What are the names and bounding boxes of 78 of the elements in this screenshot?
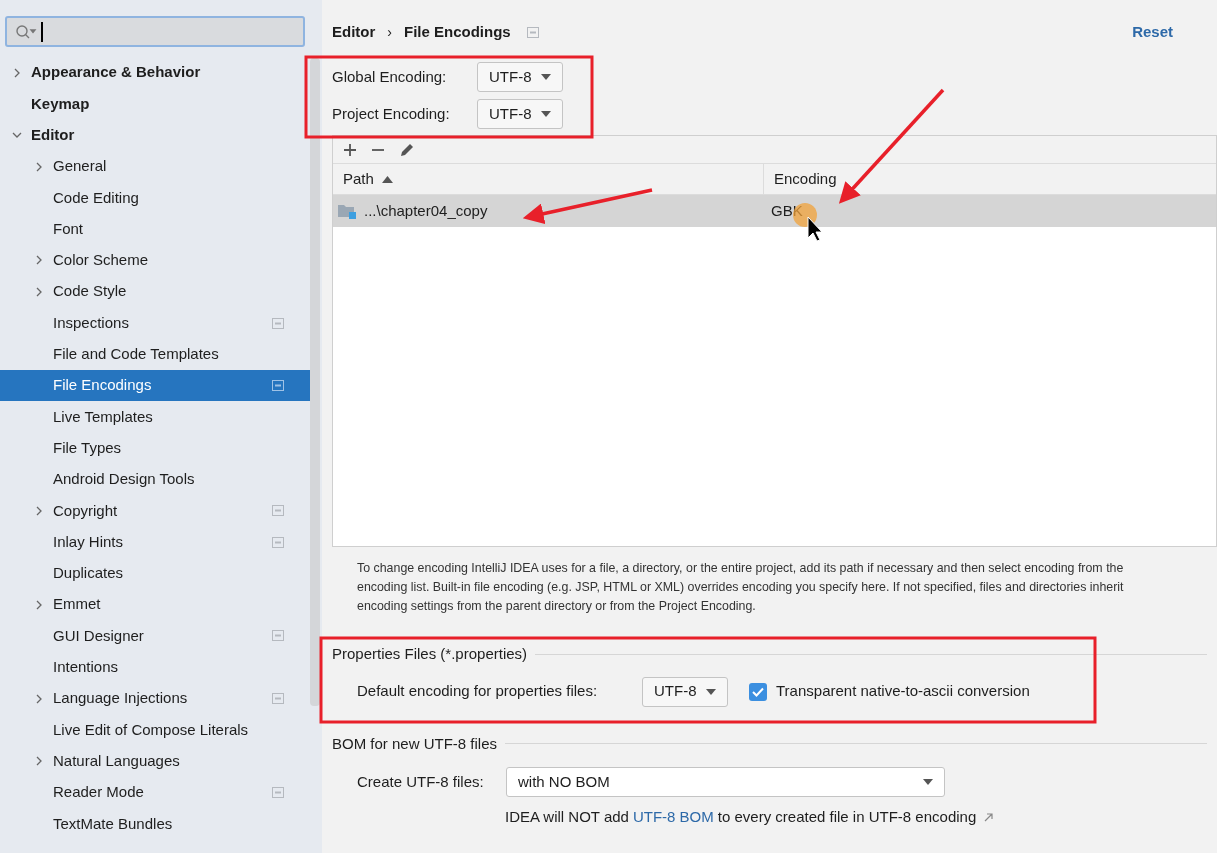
- search-field[interactable]: [5, 16, 305, 47]
- settings-tree-item[interactable]: Inspections: [0, 307, 310, 339]
- add-icon[interactable]: [343, 142, 357, 157]
- field-label: Create UTF-8 files:: [357, 771, 485, 792]
- project-level-icon: [272, 536, 284, 548]
- table-cell-text: ...\chapter04_copy: [364, 200, 488, 221]
- checkmark-icon: [752, 686, 764, 697]
- project-level-icon: [272, 317, 284, 329]
- settings-tree-item[interactable]: Language Injections: [0, 682, 310, 715]
- settings-tree-item[interactable]: File Types: [0, 432, 310, 464]
- project-level-icon: [272, 630, 284, 642]
- settings-tree-item[interactable]: Code Editing: [0, 182, 310, 214]
- project-level-icon: [272, 380, 284, 392]
- chevron-right-icon[interactable]: [34, 693, 44, 704]
- dropdown-caret-icon: [923, 779, 933, 785]
- section-title: Properties Files (*.properties): [332, 644, 528, 664]
- settings-tree-item[interactable]: Font: [0, 213, 310, 245]
- settings-tree-item[interactable]: Copyright: [0, 495, 310, 527]
- settings-tree-item[interactable]: Duplicates: [0, 557, 310, 590]
- project-level-icon: [272, 693, 284, 705]
- help-text: To change encoding IntelliJ IDEA uses for a file, a directory, or the entire project, add its path if necessary and then select encoding from the encoding list. Built-in file encoding (e.g. JSP, HTML or XML) overrides encoding you specify here. If not specified, files and directories inherit encoding settings from the parent directory or from the Project Encoding.: [357, 560, 1125, 615]
- settings-tree-item[interactable]: Natural Languages: [0, 745, 310, 777]
- settings-tree-item[interactable]: Color Scheme: [0, 244, 310, 277]
- encoding-label: Project Encoding:: [332, 103, 451, 124]
- settings-tree-item[interactable]: Live Templates: [0, 401, 310, 433]
- settings-tree-item[interactable]: Live Edit of Compose Literals: [0, 714, 310, 746]
- sort-ascending-icon: [381, 175, 393, 183]
- chevron-right-icon[interactable]: [34, 756, 44, 767]
- dropdown-caret-icon: [541, 74, 551, 80]
- external-link-icon: [984, 812, 994, 822]
- project-level-icon: [272, 505, 284, 517]
- chevron-right-icon[interactable]: [34, 255, 44, 266]
- settings-tree-item[interactable]: Code Style: [0, 276, 310, 308]
- encoding-dropdown[interactable]: UTF-8: [477, 62, 563, 92]
- settings-tree-item[interactable]: Intentions: [0, 651, 310, 683]
- section-title: BOM for new UTF-8 files: [332, 733, 498, 754]
- settings-tree-item[interactable]: TextMate Bundles: [0, 808, 310, 840]
- dropdown-caret-icon: [706, 688, 716, 695]
- settings-tree-item[interactable]: Emmet: [0, 589, 310, 621]
- settings-tree-item[interactable]: Appearance & Behavior: [0, 57, 310, 89]
- project-level-icon: [526, 26, 539, 38]
- breadcrumb-item: File Encodings: [404, 21, 511, 42]
- settings-tree-item[interactable]: Reader Mode: [0, 776, 310, 809]
- breadcrumb-separator: ›: [387, 22, 392, 42]
- encoding-label: Global Encoding:: [332, 66, 448, 87]
- folder-icon: [338, 203, 356, 219]
- chevron-right-icon[interactable]: [34, 599, 44, 610]
- field-label: Default encoding for properties files:: [357, 681, 599, 702]
- info-text: to every created file in UTF-8 encoding: [717, 807, 977, 827]
- checkbox-label[interactable]: Transparent native-to-ascii conversion: [776, 680, 1030, 703]
- reset-link[interactable]: Reset: [1132, 20, 1173, 44]
- settings-tree-item[interactable]: Keymap: [0, 88, 310, 120]
- chevron-right-icon[interactable]: [34, 286, 44, 297]
- settings-tree-item[interactable]: File Encodings: [0, 369, 310, 402]
- settings-tree-item[interactable]: Editor: [0, 119, 310, 151]
- dropdown-caret-icon: [541, 111, 551, 117]
- chevron-right-icon[interactable]: [34, 161, 44, 172]
- search-icon: [15, 23, 37, 40]
- chevron-right-icon[interactable]: [12, 67, 22, 78]
- project-level-icon: [272, 786, 284, 798]
- encoding-dropdown[interactable]: UTF-8: [477, 99, 563, 129]
- settings-tree-item[interactable]: Inlay Hints: [0, 526, 310, 558]
- column-header[interactable]: Path: [333, 164, 764, 194]
- checkbox[interactable]: [749, 682, 767, 701]
- pencil-icon[interactable]: [399, 141, 415, 158]
- settings-tree-item[interactable]: GUI Designer: [0, 620, 310, 652]
- bom-link[interactable]: UTF-8 BOM: [632, 806, 714, 829]
- settings-tree-item[interactable]: Android Design Tools: [0, 463, 310, 496]
- encoding-dropdown[interactable]: UTF-8: [642, 676, 728, 707]
- info-text: IDEA will NOT add: [505, 807, 629, 827]
- column-header[interactable]: Encoding: [764, 164, 1216, 194]
- chevron-right-icon[interactable]: [34, 505, 44, 516]
- settings-tree-item[interactable]: General: [0, 150, 310, 183]
- settings-tree-item[interactable]: File and Code Templates: [0, 338, 310, 370]
- scrollbar-thumb[interactable]: [310, 58, 320, 706]
- mouse-cursor-icon: [807, 216, 823, 242]
- breadcrumb-item[interactable]: Editor: [332, 20, 376, 44]
- encoding-dropdown[interactable]: with NO BOM: [506, 767, 945, 797]
